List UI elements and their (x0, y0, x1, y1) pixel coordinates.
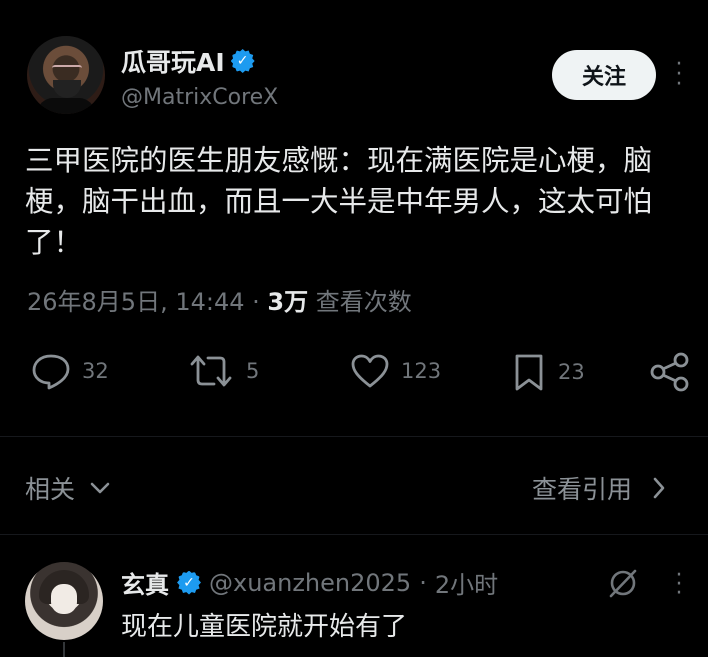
view-quotes-label: 查看引用 (532, 475, 633, 504)
author-handle[interactable]: @MatrixCoreX (121, 85, 278, 110)
tweet-meta: 26年8月5日, 14:44 · 3万 查看次数 (27, 282, 412, 317)
author-avatar[interactable] (27, 36, 105, 114)
avatar-face (51, 584, 77, 614)
action-bar: 32 5 123 23 (0, 352, 708, 408)
share-button[interactable] (648, 352, 692, 392)
tweet-text: 三甲医院的医生朋友感慨：现在满医院是心梗，脑梗，脑干出血，而且一大半是中年男人，… (25, 144, 653, 259)
avatar-shirt (37, 98, 95, 114)
like-count: 123 (401, 359, 442, 383)
chevron-down-icon (90, 482, 110, 494)
bookmark-button[interactable]: 23 (510, 352, 585, 392)
verified-badge-icon: ✓ (177, 570, 201, 595)
views-label: 查看次数 (315, 288, 412, 316)
divider (0, 436, 708, 437)
more-vertical-icon[interactable]: · · · (670, 565, 688, 605)
author-name-row[interactable]: 瓜哥玩AI ✓ (121, 43, 255, 79)
meta-separator: · (252, 288, 260, 316)
author-name[interactable]: 瓜哥玩AI (121, 43, 225, 79)
heart-icon (351, 354, 389, 388)
related-dropdown[interactable]: 相关 (25, 470, 111, 506)
avatar-glasses (52, 65, 82, 74)
divider (0, 534, 708, 535)
tweet-timestamp[interactable]: 26年8月5日, 14:44 (27, 288, 245, 316)
more-vertical-icon[interactable]: · · · (670, 54, 688, 96)
reply-author-handle[interactable]: @xuanzhen2025 (209, 569, 411, 597)
thread-line (63, 642, 65, 657)
comment-bubble-icon (32, 354, 70, 390)
reply-author-name[interactable]: 玄真 (121, 565, 169, 600)
reply-separator: · (419, 568, 427, 597)
retweet-icon (190, 355, 232, 387)
share-icon (650, 352, 689, 392)
follow-button[interactable]: 关注 (552, 50, 656, 100)
bookmark-count: 23 (558, 360, 585, 384)
reply-button[interactable]: 32 (30, 352, 109, 390)
related-label: 相关 (25, 475, 76, 504)
like-button[interactable]: 123 (349, 352, 441, 390)
reply-time[interactable]: 2小时 (435, 565, 498, 600)
bookmark-icon (515, 354, 543, 391)
reply-count: 32 (82, 359, 109, 383)
retweet-count: 5 (246, 359, 260, 383)
avatar-beard (53, 80, 81, 98)
reply-text: 现在儿童医院就开始有了 (121, 612, 408, 642)
reply-author-avatar[interactable] (25, 562, 103, 640)
grok-icon[interactable] (606, 566, 640, 600)
retweet-button[interactable]: 5 (186, 352, 259, 390)
view-quotes-link[interactable]: 查看引用 (532, 470, 666, 506)
verified-badge-icon: ✓ (230, 49, 255, 73)
views-count: 3万 (267, 288, 309, 316)
chevron-right-icon (653, 477, 665, 499)
reply-header: 玄真 ✓ @xuanzhen2025 · 2小时 (121, 565, 498, 600)
